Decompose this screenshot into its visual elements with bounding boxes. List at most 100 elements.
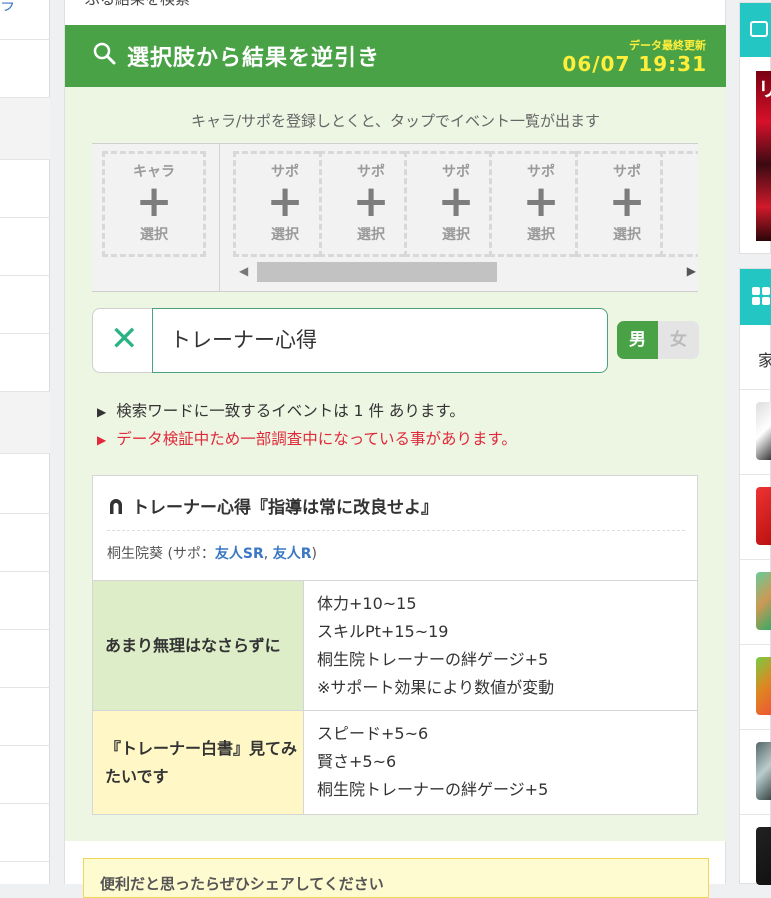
panel-header [740, 269, 771, 325]
left-list-item[interactable] [0, 218, 50, 276]
left-list-item[interactable] [0, 454, 50, 514]
event-title[interactable]: トレーナー心得『指導は常に改良せよ』 [107, 493, 438, 518]
left-link-fragment[interactable]: ラ [0, 0, 15, 15]
reverse-search-widget: 選択肢から結果を逆引き データ最終更新 06/07 19:31 キャラ/サポを登… [65, 25, 726, 841]
grid-icon [752, 287, 771, 307]
effect-line: スピード+5~6 [317, 724, 429, 743]
left-list-item[interactable] [0, 688, 50, 746]
slot-label: サ [663, 161, 698, 181]
game-thumbnail[interactable] [756, 402, 771, 460]
section-label: 家 [758, 351, 771, 370]
divider [740, 559, 771, 560]
main-content: ぶる結果を検索 選択肢から結果を逆引き データ最終更新 06/07 19:31 … [64, 0, 726, 898]
right-sidebar: リ 家 [739, 0, 771, 885]
panel-header [740, 3, 771, 57]
table-row: あまり無理はなさらずに 体力+10~15 スキルPt+15~19 桐生院トレーナ… [93, 580, 697, 710]
horseshoe-icon [110, 499, 122, 514]
divider [740, 644, 771, 645]
update-time: 06/07 19:31 [562, 52, 707, 76]
search-input[interactable]: トレーナー心得 [152, 308, 608, 373]
section-heading-cut: ぶる結果を検索 [85, 0, 190, 9]
gender-female-option[interactable]: 女 [658, 321, 699, 359]
left-list-item[interactable] [0, 514, 50, 572]
ad-panel[interactable]: リ [739, 2, 771, 254]
choice-effects: スピード+5~6 賢さ+5~6 桐生院トレーナーの絆ゲージ+5 [317, 720, 548, 804]
plus-icon: + [135, 176, 173, 227]
choice-table: あまり無理はなさらずに 体力+10~15 スキルPt+15~19 桐生院トレーナ… [93, 580, 697, 814]
left-list-item[interactable] [0, 40, 50, 98]
event-result-card: トレーナー心得『指導は常に改良せよ』 桐生院葵 (サポ：友人SR, 友人R) あ… [92, 475, 698, 815]
left-list-item[interactable] [0, 572, 50, 630]
support-link-sr[interactable]: 友人SR [215, 546, 264, 562]
search-icon [93, 42, 116, 65]
support-link-r[interactable]: 友人R [273, 546, 312, 562]
clear-button[interactable]: ✕ [92, 308, 153, 373]
game-thumbnail[interactable] [756, 657, 771, 715]
left-list-item[interactable] [0, 746, 50, 804]
slot-hint-text: キャラ/サポを登録しとくと、タップでイベント一覧が出ます [190, 112, 600, 130]
widget-banner: 選択肢から結果を逆引き データ最終更新 06/07 19:31 [65, 25, 726, 87]
left-list-item[interactable] [0, 334, 50, 392]
left-list-item[interactable]: ラ [0, 0, 50, 40]
left-list-item[interactable] [0, 160, 50, 218]
gender-male-option[interactable]: 男 [617, 321, 658, 359]
divider [740, 814, 771, 815]
effect-line: 桐生院トレーナーの絆ゲージ+5 [317, 650, 549, 669]
triangle-icon: ▶ [97, 433, 107, 447]
divider [740, 389, 771, 390]
triangle-icon: ▶ [97, 405, 107, 419]
note-text: 検索ワードに一致するイベントは 1 件 あります。 [116, 402, 465, 420]
slot-scrollbar[interactable]: ◀ ▶ [233, 262, 698, 284]
ad-banner-image[interactable]: リ [756, 71, 771, 241]
choice-option: あまり無理はなさらずに [93, 581, 304, 710]
close-icon: ✕ [110, 319, 139, 359]
support-slot[interactable]: サ + 選 [660, 151, 698, 257]
divider [740, 729, 771, 730]
plus-icon: + [663, 180, 698, 224]
slot-selector: キャラ + 選択 サポ + 選択 サポ + 選択 サポ + 選択 サポ + 選択… [92, 143, 698, 292]
game-thumbnail[interactable] [756, 742, 771, 800]
effect-line: 体力+10~15 [317, 594, 417, 613]
game-thumbnail[interactable] [756, 572, 771, 630]
game-list-panel: 家 [739, 268, 771, 885]
table-row: 『トレーナー白書』見てみたいです スピード+5~6 賢さ+5~6 桐生院トレーナ… [93, 710, 697, 814]
effect-line: ※サポート効果により数値が変動 [317, 678, 555, 697]
left-list-item[interactable] [0, 276, 50, 334]
character-name: 桐生院葵 [107, 546, 163, 562]
card-divider [107, 530, 685, 531]
gender-toggle[interactable]: 男 女 [617, 321, 699, 359]
choice-effects: 体力+10~15 スキルPt+15~19 桐生院トレーナーの絆ゲージ+5 ※サポ… [317, 590, 554, 702]
ad-header-icon [750, 21, 768, 37]
support-prefix: (サポ： [163, 546, 215, 562]
verification-warning: ▶ データ検証中ため一部調査中になっている事があります。 [97, 427, 517, 449]
result-count-note: ▶ 検索ワードに一致するイベントは 1 件 あります。 [97, 399, 465, 421]
game-thumbnail[interactable] [756, 827, 771, 885]
scroll-right-icon[interactable]: ▶ [687, 264, 696, 278]
left-sidebar: ラ [0, 0, 50, 884]
update-label: データ最終更新 [629, 39, 706, 52]
divider [740, 474, 771, 475]
chara-slot[interactable]: キャラ + 選択 [102, 151, 206, 257]
event-title-text: トレーナー心得『指導は常に改良せよ』 [132, 498, 438, 518]
note-text: データ検証中ため一部調査中になっている事があります。 [116, 430, 517, 448]
slot-action: 選択 [140, 227, 168, 243]
left-list-item[interactable] [0, 630, 50, 688]
left-list-item[interactable] [0, 392, 50, 454]
event-source: 桐生院葵 (サポ：友人SR, 友人R) [107, 546, 317, 562]
effect-line: 賢さ+5~6 [317, 752, 397, 771]
ad-banner-text: リ [758, 77, 771, 101]
search-row: ✕ トレーナー心得 [92, 308, 608, 374]
left-list-item[interactable] [0, 804, 50, 862]
effect-line: 桐生院トレーナーの絆ゲージ+5 [317, 780, 549, 799]
share-notice: 便利だと思ったらぜひシェアしてください [83, 858, 709, 898]
scroll-left-icon[interactable]: ◀ [239, 264, 248, 278]
game-thumbnail[interactable] [756, 487, 771, 545]
slot-action: 選 [663, 224, 698, 244]
choice-option: 『トレーナー白書』見てみたいです [93, 711, 304, 814]
widget-title: 選択肢から結果を逆引き [127, 46, 381, 71]
left-list-item[interactable] [0, 98, 50, 160]
slot-divider [219, 144, 220, 291]
support-suffix: ) [311, 546, 317, 562]
scrollbar-thumb[interactable] [257, 262, 497, 282]
effect-line: スキルPt+15~19 [317, 622, 449, 641]
